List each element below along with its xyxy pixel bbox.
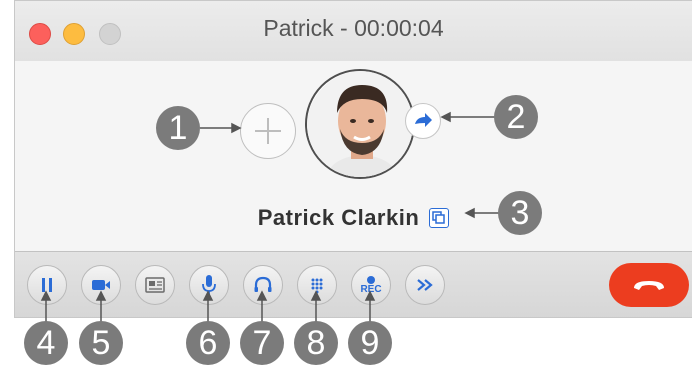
callout-arrows bbox=[40, 111, 500, 322]
callout-5: 5 bbox=[79, 321, 123, 365]
callout-7: 7 bbox=[240, 321, 284, 365]
callout-6: 6 bbox=[186, 321, 230, 365]
callout-9: 9 bbox=[348, 321, 392, 365]
callout-1: 1 bbox=[156, 106, 200, 150]
callout-4: 4 bbox=[24, 321, 68, 365]
callout-3: 3 bbox=[498, 191, 542, 235]
callout-2: 2 bbox=[494, 95, 538, 139]
callout-8: 8 bbox=[294, 321, 338, 365]
